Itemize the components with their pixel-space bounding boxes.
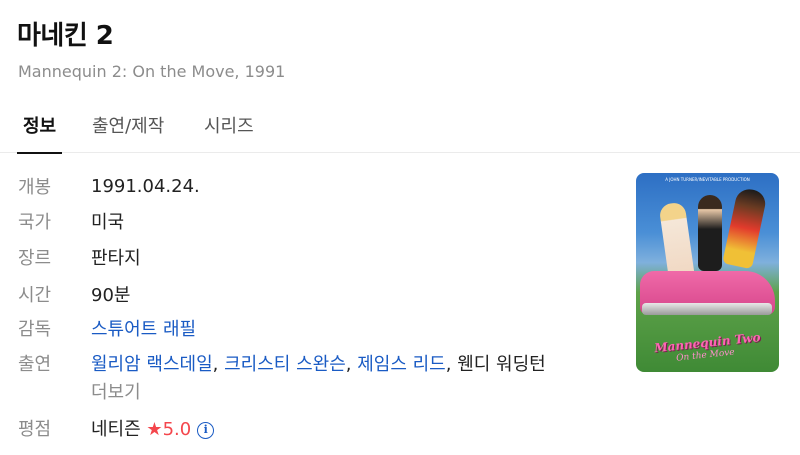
tab-bar: 정보 출연/제작 시리즈 <box>0 104 800 154</box>
genre-label: 장르 <box>18 248 52 269</box>
cast-link[interactable]: 크리스티 스완슨 <box>224 354 346 375</box>
release-value: 1991.04.24. <box>91 175 200 197</box>
runtime-label: 시간 <box>18 285 52 306</box>
rating-label: 평점 <box>18 419 52 440</box>
cast-link[interactable]: 윌리암 랙스데일 <box>91 354 213 375</box>
star-icon: ★ <box>146 419 163 440</box>
cast-list: 윌리암 랙스데일, 크리스티 스완슨, 제임스 리드, 웬디 워딩턴 <box>91 350 546 376</box>
tab-series[interactable]: 시리즈 <box>204 112 254 153</box>
cast-more-button[interactable]: 더보기 <box>91 378 141 404</box>
rating-source: 네티즌 <box>91 419 141 440</box>
country-label: 국가 <box>18 212 52 233</box>
tab-cast-crew[interactable]: 출연/제작 <box>92 112 164 153</box>
info-icon[interactable]: i <box>197 421 215 439</box>
poster-car-bumper <box>642 303 772 315</box>
poster-figure <box>698 195 722 271</box>
cast-name-plain: 웬디 워딩턴 <box>457 354 546 375</box>
cast-separator: , <box>345 354 358 375</box>
movie-info-card: 마네킨 2 Mannequin 2: On the Move, 1991 정보 … <box>0 0 800 455</box>
release-label: 개봉 <box>18 177 52 198</box>
cast-separator: , <box>212 354 225 375</box>
movie-subtitle: Mannequin 2: On the Move, 1991 <box>18 62 286 81</box>
country-value: 미국 <box>91 212 125 233</box>
cast-separator: , <box>445 354 458 375</box>
cast-label: 출연 <box>18 354 52 375</box>
tab-info[interactable]: 정보 <box>16 112 63 154</box>
cast-link[interactable]: 제임스 리드 <box>357 354 446 375</box>
genre-value: 판타지 <box>91 248 141 269</box>
director-link[interactable]: 스튜어트 래필 <box>91 315 196 341</box>
runtime-value: 90분 <box>91 285 131 306</box>
poster-figure <box>722 186 768 270</box>
movie-title: 마네킨 2 <box>17 21 114 51</box>
movie-poster[interactable]: A JOHN TURNER/INEVITABLE PRODUCTION Mann… <box>636 173 779 372</box>
rating-value: 네티즌 ★5.0 i <box>91 415 215 441</box>
rating-score: 5.0 <box>162 419 192 440</box>
poster-tagline: A JOHN TURNER/INEVITABLE PRODUCTION <box>665 177 750 182</box>
director-label: 감독 <box>18 319 52 340</box>
